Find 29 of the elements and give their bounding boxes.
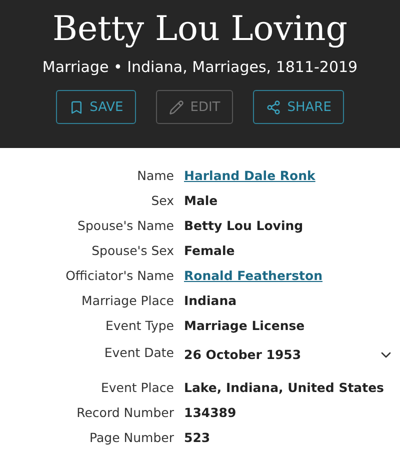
value-link[interactable]: Harland Dale Ronk (184, 166, 316, 185)
save-button[interactable]: SAVE (56, 90, 136, 124)
field-label: Event Type (106, 317, 174, 335)
field-value: Male (184, 192, 218, 210)
field-value: 26 October 1953 (184, 346, 302, 364)
value-link[interactable]: Ronald Featherston (184, 266, 322, 285)
field-label: Name (137, 167, 174, 185)
field-value: Betty Lou Loving (184, 217, 304, 235)
share-button[interactable]: SHARE (253, 90, 344, 124)
field-label: Record Number (76, 404, 174, 422)
record-title: Betty Lou Loving (52, 8, 348, 51)
field-label: Event Place (100, 379, 174, 397)
field-value: 523 (184, 429, 210, 447)
field-label: Officiator's Name (66, 267, 174, 285)
field-value: Marriage License (184, 317, 305, 335)
field-label: Marriage Place (82, 292, 174, 310)
field-label: Spouse's Name (78, 217, 174, 235)
bookmark-icon (68, 100, 84, 114)
record-subtitle: Marriage • Indiana, Marriages, 1811-2019 (42, 58, 358, 76)
share-icon (266, 100, 282, 114)
field-label: Sex (151, 192, 174, 210)
field-value: Lake, Indiana, United States (184, 379, 384, 397)
pencil-icon (169, 100, 184, 114)
field-label: Event Date (104, 344, 174, 362)
field-label: Spouse's Sex (92, 242, 174, 260)
field-label: Page Number (90, 429, 174, 447)
field-value: 134389 (184, 404, 236, 422)
field-value: Female (184, 242, 235, 260)
field-value: Indiana (184, 292, 237, 310)
